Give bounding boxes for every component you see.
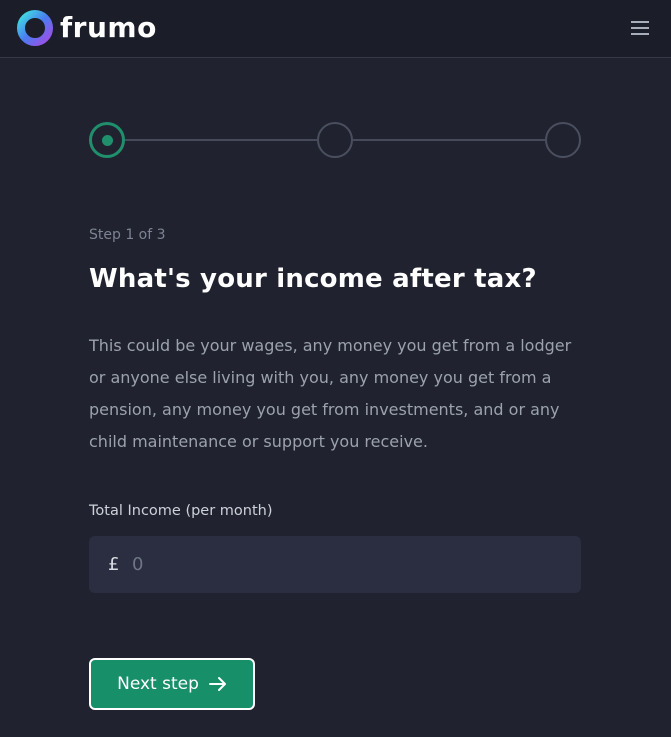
- step-counter: Step 1 of 3: [89, 227, 166, 243]
- income-input[interactable]: [132, 536, 552, 593]
- currency-symbol: £: [108, 554, 120, 575]
- income-field-label: Total Income (per month): [89, 503, 273, 519]
- step-active-dot: [101, 134, 113, 146]
- menu-bar: [631, 27, 649, 29]
- income-description: This could be your wages, any money you …: [89, 336, 572, 451]
- next-step-button[interactable]: Next step: [89, 658, 255, 710]
- step-1-indicator: [89, 122, 125, 158]
- stepper-connector: [353, 139, 545, 141]
- income-input-wrapper: £: [89, 536, 581, 593]
- page-title: What's your income after tax?: [89, 264, 537, 294]
- hamburger-menu-icon[interactable]: [631, 18, 653, 38]
- brand-name: frumo: [60, 11, 157, 44]
- stepper-connector: [125, 139, 317, 141]
- menu-bar: [631, 21, 649, 23]
- menu-bar: [631, 33, 649, 35]
- arrow-right-icon: [208, 677, 226, 691]
- step-2-indicator: [317, 122, 353, 158]
- step-3-indicator: [545, 122, 581, 158]
- brand-logo[interactable]: frumo: [16, 9, 157, 47]
- logo-ring-icon: [17, 10, 53, 46]
- next-step-label: Next step: [117, 674, 199, 694]
- progress-stepper: [89, 122, 581, 158]
- app-header: frumo: [0, 0, 671, 58]
